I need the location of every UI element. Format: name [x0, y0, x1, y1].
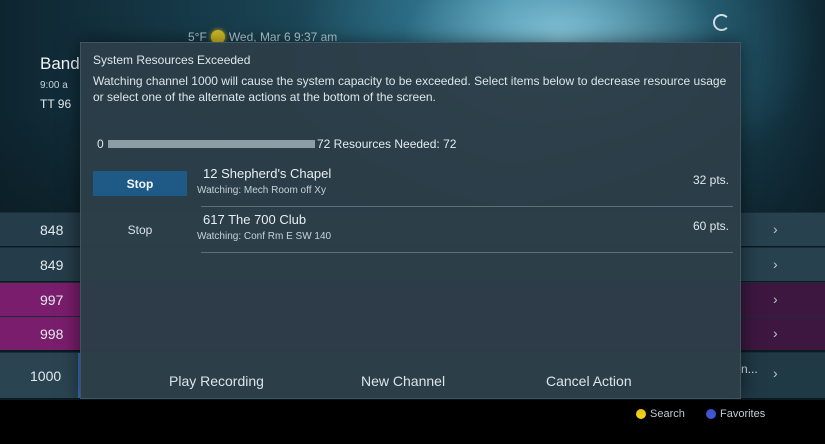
program-title: Band: [40, 54, 80, 73]
item-divider: [201, 206, 733, 207]
item-watching-location: Watching: Mech Room off Xy: [197, 185, 326, 196]
chevron-right-icon: ›: [773, 221, 778, 237]
chevron-right-icon: ›: [773, 325, 778, 341]
favorites-legend[interactable]: Favorites: [706, 408, 765, 420]
channel-number: 849: [0, 248, 80, 281]
channel-number: 1000: [0, 353, 80, 398]
yellow-button-icon: [636, 409, 646, 419]
bottom-bar: [0, 400, 825, 444]
channel-number: 997: [0, 283, 80, 316]
dialog-message: Watching channel 1000 will cause the sys…: [93, 74, 727, 104]
program-time: 9:00 a: [40, 80, 68, 91]
play-recording-button[interactable]: Play Recording: [169, 369, 264, 393]
favorites-label: Favorites: [720, 408, 766, 420]
dialog-actions: Play Recording New Channel Cancel Action: [81, 369, 740, 393]
stop-button[interactable]: Stop: [93, 171, 187, 196]
chevron-right-icon: ›: [773, 365, 778, 381]
program-rating: TT 96: [40, 97, 72, 111]
resource-progress-bar: [108, 140, 315, 148]
chevron-right-icon: ›: [773, 291, 778, 307]
new-channel-button[interactable]: New Channel: [361, 369, 445, 393]
chevron-right-icon: ›: [773, 256, 778, 272]
resources-exceeded-dialog: System Resources Exceeded Watching chann…: [80, 42, 741, 399]
blue-button-icon: [706, 409, 716, 419]
resource-item: Stop 617 The 700 Club Watching: Conf Rm …: [91, 209, 739, 253]
resource-progress-fill: [108, 140, 315, 148]
item-watching-location: Watching: Conf Rm E SW 140: [197, 231, 332, 242]
item-channel-name: 617 The 700 Club: [203, 212, 307, 227]
channel-number: 848: [0, 213, 80, 246]
item-channel-name: 12 Shepherd's Chapel: [203, 166, 332, 181]
back-icon[interactable]: [713, 14, 730, 31]
resource-item: Stop 12 Shepherd's Chapel Watching: Mech…: [91, 163, 739, 207]
item-points: 60 pts.: [692, 219, 729, 233]
item-divider: [201, 252, 733, 253]
search-legend[interactable]: Search: [636, 408, 685, 420]
program-name-truncated: n...: [741, 362, 758, 376]
cancel-action-button[interactable]: Cancel Action: [546, 369, 632, 393]
dialog-title: System Resources Exceeded: [93, 53, 251, 67]
resource-bar-min: 0: [97, 137, 104, 151]
stop-button[interactable]: Stop: [93, 217, 187, 242]
search-label: Search: [650, 408, 685, 420]
item-points: 32 pts.: [692, 173, 729, 187]
channel-number: 998: [0, 317, 80, 350]
resource-needed-label: 72 Resources Needed: 72: [317, 137, 457, 151]
